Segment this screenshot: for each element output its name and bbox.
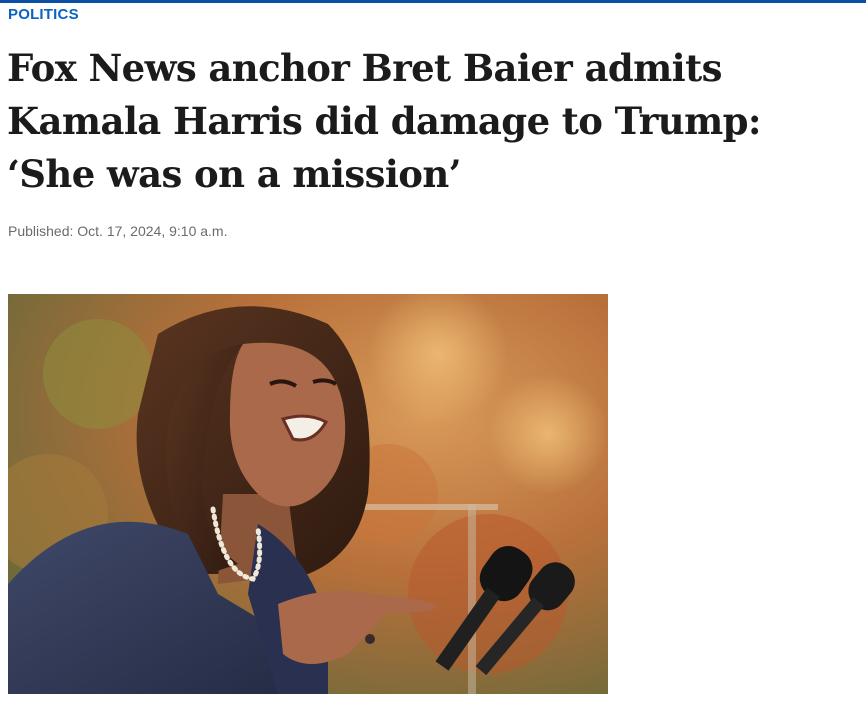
article-lead-photo [8, 294, 608, 694]
article-headline: Fox News anchor Bret Baier admits Kamala… [7, 46, 762, 196]
published-timestamp: Published: Oct. 17, 2024, 9:10 a.m. [8, 223, 228, 239]
section-link-politics[interactable]: POLITICS [8, 6, 79, 23]
top-accent-rule [0, 0, 866, 3]
